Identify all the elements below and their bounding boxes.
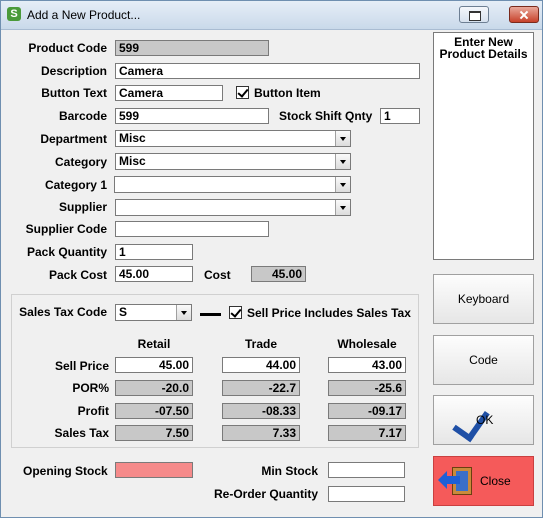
category-select[interactable]: Misc [115, 153, 351, 170]
stock-shift-qnty-field[interactable]: 1 [380, 108, 420, 124]
button-text-field[interactable]: Camera [115, 85, 223, 101]
info-panel-text: Enter New Product Details [439, 35, 528, 61]
category-value: Misc [119, 154, 146, 168]
sales-tax-code-value: S [119, 305, 128, 319]
separator-dash [200, 313, 221, 316]
chevron-down-icon[interactable] [335, 200, 350, 215]
pack-cost-label: Pack Cost [48, 268, 107, 282]
app-logo-icon: S [7, 7, 21, 21]
opening-stock-label: Opening Stock [23, 464, 108, 478]
product-code-label: Product Code [28, 41, 107, 55]
supplier-select[interactable] [115, 199, 351, 216]
pack-quantity-label: Pack Quantity [26, 245, 107, 259]
description-field[interactable]: Camera [115, 63, 420, 79]
stock-shift-qnty-label: Stock Shift Qnty [279, 109, 373, 123]
category1-label: Category 1 [44, 178, 107, 192]
window-close-button[interactable] [509, 6, 539, 23]
sell-price-trade-field[interactable]: 44.00 [222, 357, 300, 373]
restore-button[interactable] [459, 6, 489, 23]
exit-arrow-icon [438, 471, 460, 489]
column-header-wholesale: Wholesale [337, 337, 397, 351]
keyboard-button[interactable]: Keyboard [433, 274, 534, 324]
sales-tax-code-select[interactable]: S [115, 304, 192, 321]
column-header-retail: Retail [137, 337, 171, 351]
barcode-field[interactable]: 599 [115, 108, 269, 124]
sell-price-retail-field[interactable]: 45.00 [115, 357, 193, 373]
sales-tax-code-label: Sales Tax Code [19, 305, 107, 319]
reorder-quantity-field[interactable] [328, 486, 405, 502]
department-label: Department [40, 132, 107, 146]
title-bar: S Add a New Product... [1, 1, 542, 30]
opening-stock-field[interactable] [115, 462, 193, 478]
chevron-down-icon[interactable] [335, 131, 350, 146]
por-wholesale-field: -25.6 [328, 380, 406, 396]
sell-price-includes-tax-label: Sell Price Includes Sales Tax [247, 306, 411, 320]
sales-tax-label: Sales Tax [54, 426, 109, 440]
button-item-label: Button Item [254, 86, 321, 100]
supplier-code-label: Supplier Code [25, 222, 107, 236]
description-label: Description [40, 64, 107, 78]
add-product-window: S Add a New Product... Product Code 599 … [0, 0, 543, 518]
window-title: Add a New Product... [27, 8, 141, 22]
restore-icon [469, 11, 481, 21]
category1-select[interactable] [114, 176, 351, 193]
code-button[interactable]: Code [433, 335, 534, 385]
sell-price-includes-tax-checkbox[interactable] [229, 306, 242, 319]
profit-label: Profit [77, 404, 109, 418]
supplier-code-field[interactable] [115, 221, 269, 237]
keyboard-button-label: Keyboard [457, 292, 510, 306]
por-retail-field: -20.0 [115, 380, 193, 396]
button-item-checkbox[interactable] [236, 86, 249, 99]
department-value: Misc [119, 131, 146, 145]
sales-tax-wholesale-field: 7.17 [328, 425, 406, 441]
info-panel: Enter New Product Details [433, 32, 534, 260]
profit-trade-field: -08.33 [222, 403, 300, 419]
sell-price-label: Sell Price [54, 359, 109, 373]
ok-button-label: OK [476, 413, 494, 427]
button-text-label: Button Text [41, 86, 107, 100]
close-button-label: Close [480, 474, 511, 488]
code-button-label: Code [469, 353, 498, 367]
category-label: Category [54, 155, 107, 169]
pack-cost-field[interactable]: 45.00 [115, 266, 193, 282]
por-label: POR% [72, 381, 109, 395]
min-stock-field[interactable] [328, 462, 405, 478]
supplier-label: Supplier [58, 200, 107, 214]
product-code-field: 599 [115, 40, 269, 56]
sales-tax-retail-field: 7.50 [115, 425, 193, 441]
department-select[interactable]: Misc [115, 130, 351, 147]
close-button[interactable]: Close [433, 456, 534, 506]
pack-quantity-field[interactable]: 1 [115, 244, 193, 260]
por-trade-field: -22.7 [222, 380, 300, 396]
column-header-trade: Trade [244, 337, 277, 351]
reorder-quantity-label: Re-Order Quantity [213, 487, 318, 501]
profit-wholesale-field: -09.17 [328, 403, 406, 419]
chevron-down-icon[interactable] [335, 177, 350, 192]
profit-retail-field: -07.50 [115, 403, 193, 419]
sales-tax-trade-field: 7.33 [222, 425, 300, 441]
chevron-down-icon[interactable] [335, 154, 350, 169]
cost-label: Cost [204, 268, 231, 282]
min-stock-label: Min Stock [261, 464, 318, 478]
ok-button[interactable]: OK [433, 395, 534, 445]
cost-field: 45.00 [251, 266, 306, 282]
chevron-down-icon[interactable] [176, 305, 191, 320]
barcode-label: Barcode [58, 109, 107, 123]
sell-price-wholesale-field[interactable]: 43.00 [328, 357, 406, 373]
